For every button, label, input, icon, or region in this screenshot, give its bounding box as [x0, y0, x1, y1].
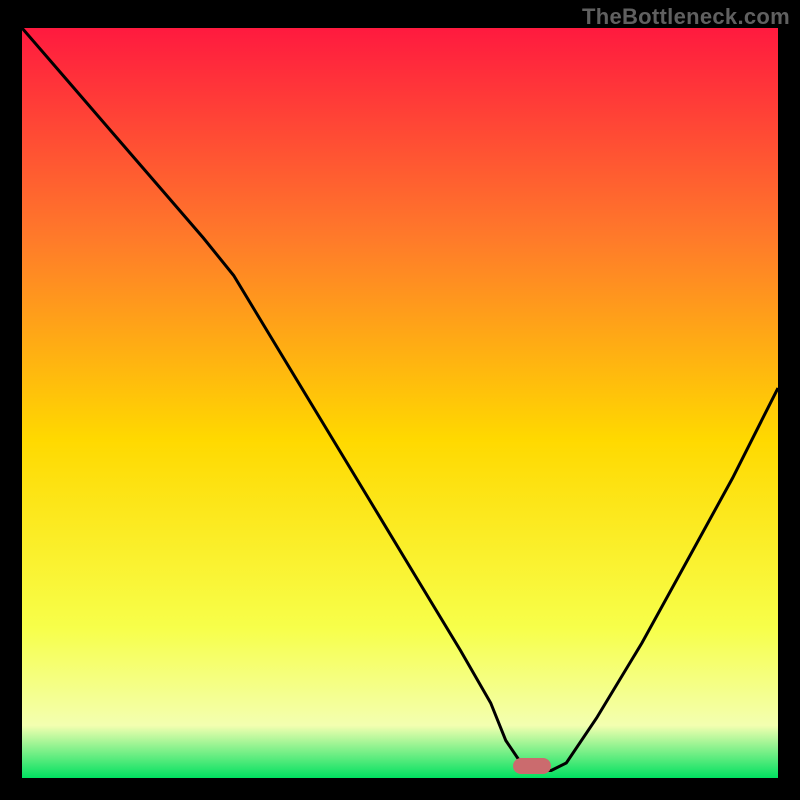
plot-svg — [22, 28, 778, 778]
plot-area — [22, 28, 778, 778]
watermark-text: TheBottleneck.com — [582, 4, 790, 30]
gradient-bg — [22, 28, 778, 778]
optimal-marker — [513, 758, 551, 774]
chart-frame: TheBottleneck.com — [0, 0, 800, 800]
